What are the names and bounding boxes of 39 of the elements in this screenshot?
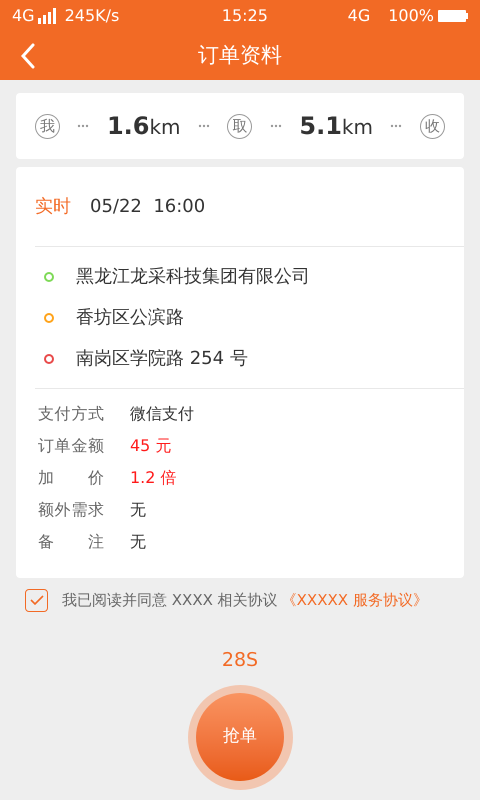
address-text: 黑龙江龙采科技集团有限公司 <box>76 265 310 289</box>
address-text: 南岗区学院路 254 号 <box>76 347 248 371</box>
route-point-badge: 收 <box>420 114 445 138</box>
dots-icon <box>270 124 282 128</box>
field-value: 45 元 <box>130 435 172 457</box>
check-icon <box>30 595 44 605</box>
field-label: 订单金额 <box>38 435 104 457</box>
network-speed: 245K/s <box>64 5 120 27</box>
battery-icon <box>438 10 468 22</box>
countdown-timer: 28S <box>222 648 258 673</box>
dots-icon <box>390 124 402 128</box>
page-title: 订单资料 <box>197 42 283 70</box>
battery-level: 100% <box>388 5 434 27</box>
network-label: 4G <box>348 5 370 27</box>
dots-icon <box>77 124 90 128</box>
clock: 15:25 <box>220 5 269 27</box>
field-value: 无 <box>130 531 146 553</box>
field-label: 备注 <box>38 531 104 553</box>
distance-label: 5.1km <box>299 111 373 142</box>
grab-order-button[interactable]: 抢单 <box>196 693 284 781</box>
field-label: 额外需求 <box>38 499 104 521</box>
agreement-text: 我已阅读并同意 XXXX 相关协议 <box>62 590 278 611</box>
dots-icon <box>198 124 210 128</box>
field-value: 1.2 倍 <box>130 467 177 489</box>
order-type: 实时 <box>35 195 71 219</box>
order-time: 05/22 16:00 <box>90 195 206 219</box>
field-value: 无 <box>130 499 146 521</box>
signal-icon <box>36 8 59 24</box>
agree-checkbox[interactable] <box>25 588 48 612</box>
distance-label: 1.6km <box>106 111 181 142</box>
back-icon <box>21 43 35 69</box>
route-point-badge: 取 <box>227 114 252 138</box>
agreement-link[interactable]: 《XXXXX 服务协议》 <box>282 588 428 612</box>
address-text: 香坊区公滨路 <box>76 306 184 330</box>
network-label: 4G <box>12 5 35 27</box>
field-label: 支付方式 <box>38 403 104 425</box>
route-point-badge: 我 <box>35 114 60 138</box>
field-label: 加价 <box>38 467 104 489</box>
field-value: 微信支付 <box>130 403 194 425</box>
